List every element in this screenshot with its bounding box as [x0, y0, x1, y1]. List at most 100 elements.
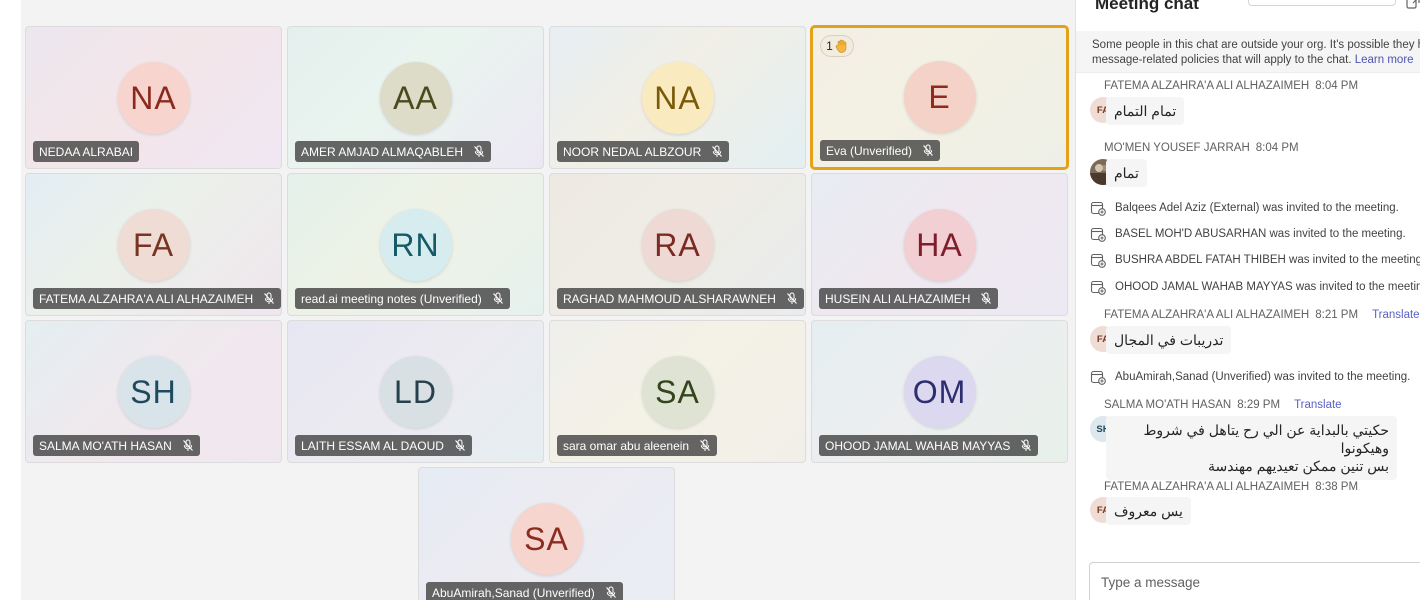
- participant-avatar: OM: [903, 356, 976, 428]
- message-composer: [1089, 562, 1420, 600]
- message-text: تمام التمام: [1114, 103, 1177, 119]
- participant-name-label: SALMA MO'ATH HASAN: [33, 435, 200, 456]
- participant-name-label: NOOR NEDAL ALBZOUR: [557, 141, 730, 162]
- message-text: تدريبات في المجال: [1114, 332, 1224, 348]
- person-add-calendar-icon: [1090, 370, 1106, 385]
- notice-line-1: Some people in this chat are outside you…: [1092, 39, 1420, 51]
- participant-tile[interactable]: AA AMER AMJAD ALMAQABLEH: [287, 26, 544, 169]
- message-text-line-2: بس تنين ممكن تعيديهم مهندسة: [1208, 458, 1389, 474]
- participant-tile[interactable]: SA sara omar abu aleenein: [549, 320, 806, 463]
- participant-tile[interactable]: RA RAGHAD MAHMOUD ALSHARAWNEH: [549, 173, 806, 316]
- avatar-initials: LD: [394, 373, 437, 410]
- avatar-initials: SA: [524, 520, 569, 557]
- system-event-text: BASEL MOH'D ABUSARHAN was invited to the…: [1115, 228, 1406, 240]
- mic-off-icon: [700, 439, 711, 451]
- participant-name: LAITH ESSAM AL DAOUD: [301, 438, 444, 453]
- message-time: 8:04 PM: [1315, 80, 1359, 92]
- avatar-initials: NA: [654, 79, 701, 116]
- system-event: BUSHRA ABDEL FATAH THIBEH was invited to…: [1090, 252, 1420, 268]
- mic-off-icon: [923, 144, 933, 156]
- raised-hand-badge: 1: [820, 35, 854, 57]
- message-bubble[interactable]: تدريبات في المجال: [1106, 326, 1232, 354]
- popout-icon[interactable]: [1406, 0, 1420, 15]
- participant-avatar: SA: [510, 503, 583, 575]
- meeting-chat-panel: Meeting chat Some people in this chat ar…: [1075, 0, 1420, 600]
- system-event: OHOOD JAMAL WAHAB MAYYAS was invited to …: [1090, 279, 1420, 295]
- chat-header: Meeting chat: [1076, 0, 1420, 30]
- notice-line-2-text: message-related policies that will apply…: [1092, 54, 1352, 66]
- system-event: Balqees Adel Aziz (External) was invited…: [1090, 200, 1399, 216]
- participant-grid: NA NEDAA ALRABAI AA AMER AMJAD ALMAQABLEH NA…: [0, 0, 1075, 600]
- system-event-text: Balqees Adel Aziz (External) was invited…: [1115, 202, 1399, 214]
- message-bubble[interactable]: تمام التمام: [1106, 97, 1185, 125]
- system-event-text: BUSHRA ABDEL FATAH THIBEH was invited to…: [1115, 254, 1420, 266]
- participant-name: AbuAmirah,Sanad (Unverified): [432, 585, 595, 600]
- participant-name: NOOR NEDAL ALBZOUR: [563, 144, 702, 159]
- message-meta: FATEMA ALZAHRA'A ALI ALHAZAIMEH 8:04 PM: [1104, 80, 1358, 92]
- participant-avatar: FA: [117, 209, 190, 281]
- avatar-initials: AA: [393, 79, 438, 116]
- participant-name: read.ai meeting notes (Unverified): [301, 291, 482, 306]
- chat-title: Meeting chat: [1095, 0, 1199, 13]
- avatar-initials: RN: [391, 226, 440, 263]
- translate-link[interactable]: Translate: [1372, 309, 1420, 321]
- participant-tile[interactable]: NA NEDAA ALRABAI: [25, 26, 282, 169]
- video-stage: NA NEDAA ALRABAI AA AMER AMJAD ALMAQABLEH NA…: [0, 0, 1075, 600]
- participant-name-label: OHOOD JAMAL WAHAB MAYYAS: [819, 435, 1039, 456]
- participant-name: OHOOD JAMAL WAHAB MAYYAS: [825, 438, 1011, 453]
- system-event-text: OHOOD JAMAL WAHAB MAYYAS was invited to …: [1115, 281, 1420, 293]
- participant-name-label: FATEMA ALZAHRA'A ALI ALHAZAIMEH: [33, 288, 281, 309]
- participant-name: AMER AMJAD ALMAQABLEH: [301, 144, 464, 159]
- message-bubble[interactable]: تمام: [1106, 159, 1147, 187]
- message-text: يس معروف: [1114, 503, 1183, 519]
- system-event-text: AbuAmirah,Sanad (Unverified) was invited…: [1115, 371, 1411, 383]
- notice-line-2: message-related policies that will apply…: [1092, 53, 1420, 68]
- avatar-initials: RA: [654, 226, 701, 263]
- participant-tile[interactable]: E Eva (Unverified) 1: [810, 25, 1069, 170]
- message-time: 8:21 PM: [1315, 309, 1359, 321]
- mic-off-icon: [474, 145, 484, 157]
- message-bubble[interactable]: يس معروف: [1106, 497, 1191, 525]
- participant-tile[interactable]: LD LAITH ESSAM AL DAOUD: [287, 320, 544, 463]
- participant-tile[interactable]: SH SALMA MO'ATH HASAN: [25, 320, 282, 463]
- participant-avatar: E: [903, 61, 976, 133]
- participant-avatar: HA: [903, 209, 976, 281]
- participant-tile[interactable]: OM OHOOD JAMAL WAHAB MAYYAS: [811, 320, 1068, 463]
- participant-avatar: NA: [641, 62, 714, 134]
- participant-avatar: SH: [117, 356, 190, 428]
- participant-tile[interactable]: SA AbuAmirah,Sanad (Unverified): [418, 467, 675, 600]
- participant-name-label: HUSEIN ALI ALHAZAIMEH: [819, 288, 999, 309]
- participant-tile[interactable]: FA FATEMA ALZAHRA'A ALI ALHAZAIMEH: [25, 173, 282, 316]
- participant-tile[interactable]: NA NOOR NEDAL ALBZOUR: [549, 26, 806, 169]
- message-input[interactable]: [1090, 563, 1412, 600]
- avatar-initials: FA: [132, 226, 175, 263]
- learn-more-link[interactable]: Learn more: [1355, 54, 1414, 66]
- mic-off-icon: [981, 292, 992, 304]
- participant-name-label: AbuAmirah,Sanad (Unverified): [426, 582, 623, 600]
- avatar-initials: SA: [655, 373, 700, 410]
- mic-off-icon: [182, 439, 193, 451]
- message-author: FATEMA ALZAHRA'A ALI ALHAZAIMEH: [1104, 309, 1310, 321]
- translate-link[interactable]: Translate: [1294, 399, 1342, 411]
- person-add-calendar-icon: [1090, 280, 1106, 295]
- chat-header-field[interactable]: [1248, 0, 1396, 6]
- message-time: 8:29 PM: [1237, 399, 1281, 411]
- system-event: AbuAmirah,Sanad (Unverified) was invited…: [1090, 369, 1410, 385]
- participant-tile[interactable]: HA HUSEIN ALI ALHAZAIMEH: [811, 173, 1068, 316]
- participant-name-label: AMER AMJAD ALMAQABLEH: [295, 141, 492, 162]
- raised-hand-icon: [835, 39, 847, 53]
- mic-off-icon: [1021, 439, 1032, 451]
- message-author: SALMA MO'ATH HASAN: [1104, 399, 1232, 411]
- message-time: 8:38 PM: [1315, 481, 1359, 493]
- participant-name: FATEMA ALZAHRA'A ALI ALHAZAIMEH: [39, 291, 254, 306]
- mic-off-icon: [264, 292, 275, 304]
- participant-name-label: LAITH ESSAM AL DAOUD: [295, 435, 472, 456]
- participant-name: HUSEIN ALI ALHAZAIMEH: [825, 291, 971, 306]
- mic-off-icon: [605, 586, 616, 598]
- message-author: FATEMA ALZAHRA'A ALI ALHAZAIMEH: [1104, 481, 1310, 493]
- message-bubble[interactable]: حكيتي بالبداية عن الي رح يتاهل في شروط و…: [1106, 416, 1397, 480]
- participant-tile[interactable]: RN read.ai meeting notes (Unverified): [287, 173, 544, 316]
- participant-name: NEDAA ALRABAI: [39, 144, 134, 159]
- participant-avatar: LD: [379, 356, 452, 428]
- participant-avatar: SA: [641, 356, 714, 428]
